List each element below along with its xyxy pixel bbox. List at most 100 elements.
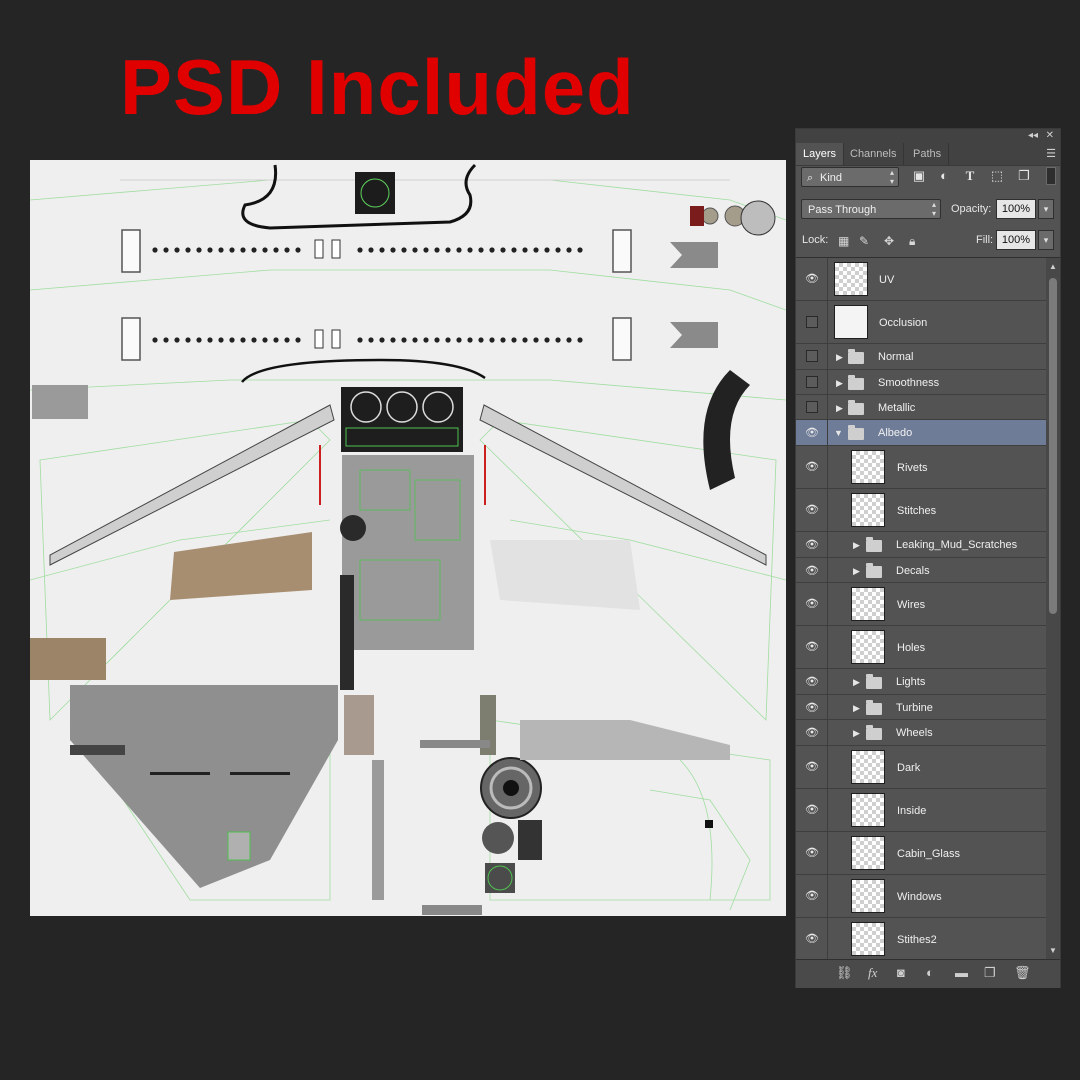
group-smoothness[interactable]: ▶ Smoothness bbox=[796, 370, 1046, 395]
group-albedo[interactable]: 👁︎ ▼ Albedo bbox=[796, 420, 1046, 446]
panel-menu-icon[interactable]: ☰ bbox=[1046, 143, 1056, 165]
trash-icon[interactable]: 🗑︎ bbox=[1014, 965, 1031, 981]
close-icon[interactable]: ✕ bbox=[1046, 129, 1054, 143]
expand-arrow-icon[interactable]: ▶ bbox=[853, 703, 860, 713]
eye-icon[interactable]: 👁︎ bbox=[805, 642, 819, 653]
visibility-toggle[interactable] bbox=[806, 350, 818, 362]
opacity-input[interactable]: 100% bbox=[996, 199, 1036, 219]
scroll-down-icon[interactable]: ▼ bbox=[1049, 946, 1057, 955]
layers-scrollbar[interactable]: ▲ ▼ bbox=[1046, 257, 1060, 959]
eye-icon[interactable]: 👁︎ bbox=[805, 428, 819, 439]
lock-transparent-icon[interactable]: ▦ bbox=[838, 233, 849, 249]
expand-arrow-icon[interactable]: ▶ bbox=[853, 540, 860, 550]
scroll-up-icon[interactable]: ▲ bbox=[1049, 262, 1057, 271]
eye-icon[interactable]: 👁︎ bbox=[805, 566, 819, 577]
blend-mode-select[interactable]: Pass Through ▴ ▾ bbox=[801, 199, 941, 219]
layer-rivets[interactable]: 👁︎ Rivets bbox=[796, 446, 1046, 489]
layer-windows[interactable]: 👁︎ Windows bbox=[796, 875, 1046, 918]
group-lights[interactable]: 👁︎ ▶ Lights bbox=[796, 669, 1046, 695]
layer-name: Holes bbox=[897, 642, 926, 654]
eye-icon[interactable]: 👁︎ bbox=[805, 848, 819, 859]
lock-position-icon[interactable]: ✥ bbox=[884, 233, 894, 249]
group-metallic[interactable]: ▶ Metallic bbox=[796, 395, 1046, 420]
layer-holes[interactable]: 👁︎ Holes bbox=[796, 626, 1046, 669]
visibility-column: 👁︎ bbox=[796, 832, 828, 874]
layer-stitches[interactable]: 👁︎ Stitches bbox=[796, 489, 1046, 532]
fill-dropdown[interactable]: ▾ bbox=[1038, 230, 1054, 250]
expand-arrow-icon[interactable]: ▶ bbox=[853, 566, 860, 576]
eye-icon[interactable]: 👁︎ bbox=[805, 805, 819, 816]
eye-icon[interactable]: 👁︎ bbox=[805, 599, 819, 610]
visibility-column: 👁︎ bbox=[796, 583, 828, 625]
layer-name: Occlusion bbox=[879, 317, 928, 329]
adjustment-icon[interactable]: ◐ bbox=[926, 965, 934, 981]
new-layer-icon[interactable]: ❐ bbox=[984, 965, 996, 981]
smart-object-filter-icon[interactable]: ❐ bbox=[1015, 167, 1033, 185]
fill-input[interactable]: 100% bbox=[996, 230, 1036, 250]
tab-layers[interactable]: Layers bbox=[796, 143, 845, 165]
link-icon[interactable]: ⛓︎ bbox=[836, 965, 853, 981]
eye-icon[interactable]: 👁︎ bbox=[805, 891, 819, 902]
eye-icon[interactable]: 👁︎ bbox=[805, 934, 819, 945]
group-decals[interactable]: 👁︎ ▶ Decals bbox=[796, 558, 1046, 583]
shape-filter-icon[interactable]: ⬚ bbox=[988, 167, 1006, 185]
group-turbine[interactable]: 👁︎ ▶ Turbine bbox=[796, 695, 1046, 720]
expand-arrow-icon[interactable]: ▶ bbox=[853, 728, 860, 738]
visibility-toggle[interactable] bbox=[806, 376, 818, 388]
visibility-column: 👁︎ bbox=[796, 695, 828, 719]
layer-uv[interactable]: 👁︎ UV bbox=[796, 258, 1046, 301]
layers-list: 👁︎ UV Occlusion ▶ Normal ▶ Smoothness ▶ bbox=[796, 257, 1046, 960]
layer-wires[interactable]: 👁︎ Wires bbox=[796, 583, 1046, 626]
lock-label: Lock: bbox=[802, 234, 829, 246]
expand-arrow-icon[interactable]: ▶ bbox=[853, 677, 860, 687]
eye-icon[interactable]: 👁︎ bbox=[805, 677, 819, 688]
expand-arrow-icon[interactable]: ▶ bbox=[836, 378, 843, 388]
eye-icon[interactable]: 👁︎ bbox=[805, 505, 819, 516]
scroll-thumb[interactable] bbox=[1049, 278, 1057, 614]
folder-icon[interactable]: ▬ bbox=[955, 965, 968, 981]
visibility-toggle[interactable] bbox=[806, 316, 818, 328]
visibility-toggle[interactable] bbox=[806, 401, 818, 413]
lock-pixels-icon[interactable]: ✎ bbox=[859, 233, 869, 249]
filter-kind-select[interactable]: ⌕ Kind ▴ ▾ bbox=[801, 167, 899, 187]
layer-cabin-glass[interactable]: 👁︎ Cabin_Glass bbox=[796, 832, 1046, 875]
filter-toggle[interactable] bbox=[1046, 167, 1056, 185]
expand-arrow-icon[interactable]: ▶ bbox=[836, 352, 843, 362]
visibility-column: 👁︎ bbox=[796, 918, 828, 960]
panel-title-bar: ◂◂ ✕ bbox=[796, 129, 1060, 143]
type-filter-icon[interactable]: T bbox=[961, 167, 979, 185]
group-normal[interactable]: ▶ Normal bbox=[796, 344, 1046, 370]
adjustment-filter-icon[interactable]: ◐ bbox=[935, 167, 953, 185]
folder-icon bbox=[866, 674, 882, 689]
visibility-column: 👁︎ bbox=[796, 489, 828, 531]
lock-all-icon[interactable]: 🔒︎ bbox=[909, 233, 915, 249]
layer-thumbnail bbox=[851, 922, 885, 956]
layer-dark[interactable]: 👁︎ Dark bbox=[796, 746, 1046, 789]
group-wheels[interactable]: 👁︎ ▶ Wheels bbox=[796, 720, 1046, 746]
layer-occlusion[interactable]: Occlusion bbox=[796, 301, 1046, 344]
folder-icon bbox=[848, 400, 864, 415]
eye-icon[interactable]: 👁︎ bbox=[805, 703, 819, 714]
collapse-icon[interactable]: ◂◂ bbox=[1028, 129, 1038, 143]
eye-icon[interactable]: 👁︎ bbox=[805, 728, 819, 739]
opacity-dropdown[interactable]: ▾ bbox=[1038, 199, 1054, 219]
layer-name: Cabin_Glass bbox=[897, 848, 960, 860]
layer-inside[interactable]: 👁︎ Inside bbox=[796, 789, 1046, 832]
tab-channels[interactable]: Channels bbox=[843, 143, 905, 165]
mask-icon[interactable]: ◙ bbox=[897, 965, 905, 981]
eye-icon[interactable]: 👁︎ bbox=[805, 540, 819, 551]
group-leaking-mud-scratches[interactable]: 👁︎ ▶ Leaking_Mud_Scratches bbox=[796, 532, 1046, 558]
panel-bottom-toolbar: ⛓︎ fx ◙ ◐ ▬ ❐ 🗑︎ bbox=[796, 959, 1060, 988]
expand-arrow-icon[interactable]: ▶ bbox=[836, 403, 843, 413]
visibility-column: 👁︎ bbox=[796, 746, 828, 788]
visibility-column: 👁︎ bbox=[796, 626, 828, 668]
eye-icon[interactable]: 👁︎ bbox=[805, 462, 819, 473]
eye-icon[interactable]: 👁︎ bbox=[805, 762, 819, 773]
tab-paths[interactable]: Paths bbox=[906, 143, 950, 165]
uv-texture-preview bbox=[30, 160, 786, 916]
eye-icon[interactable]: 👁︎ bbox=[805, 274, 819, 285]
image-filter-icon[interactable]: ▣ bbox=[910, 167, 928, 185]
fx-icon[interactable]: fx bbox=[868, 965, 877, 981]
layer-stithes2[interactable]: 👁︎ Stithes2 bbox=[796, 918, 1046, 960]
collapse-arrow-icon[interactable]: ▼ bbox=[834, 428, 843, 438]
